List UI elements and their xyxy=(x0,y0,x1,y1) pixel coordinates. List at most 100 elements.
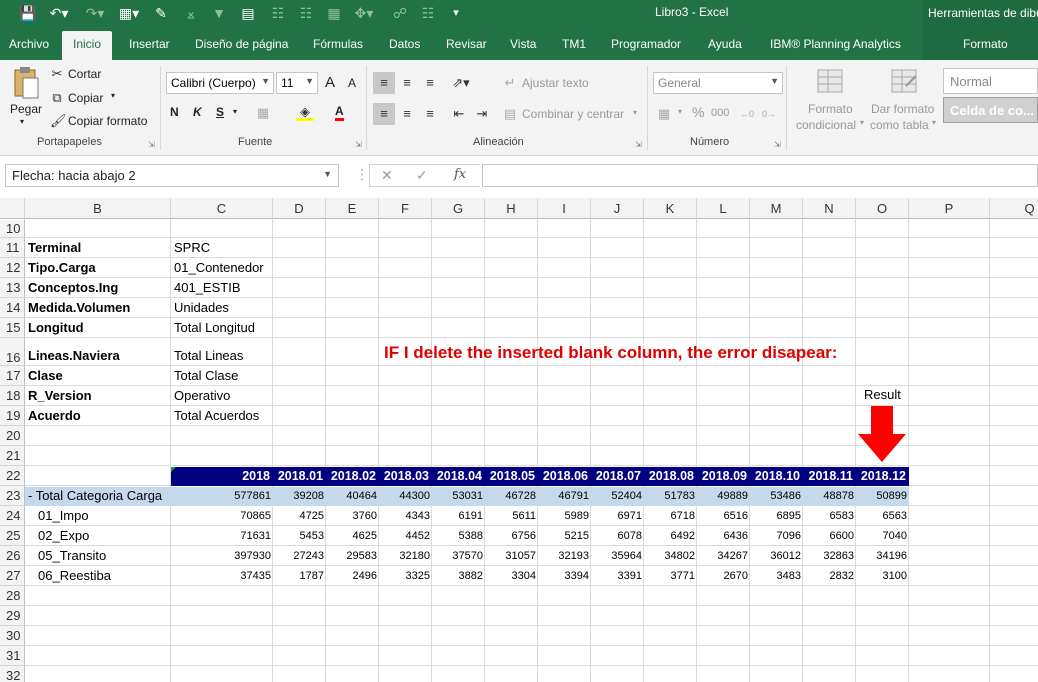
tab-tm1[interactable]: TM1 xyxy=(562,37,586,51)
format-painter-button[interactable]: Copiar formato xyxy=(68,114,147,128)
down-arrow-shape[interactable] xyxy=(858,406,906,465)
row-header-31[interactable]: 31 xyxy=(0,646,25,666)
row-header-24[interactable]: 24 xyxy=(0,506,25,526)
value-cell[interactable]: 6516 xyxy=(697,506,750,526)
value-cell[interactable]: 577861 xyxy=(171,486,273,506)
value-cell[interactable]: 36012 xyxy=(750,546,803,566)
value-cell[interactable]: 5989 xyxy=(538,506,591,526)
font-launcher-icon[interactable]: ⇲ xyxy=(355,140,362,149)
row-header-22[interactable]: 22 xyxy=(0,466,25,486)
worksheet-grid[interactable]: B C D E F G H I J K L M N O P Q 10 11 12 13… xyxy=(0,198,1038,682)
form-icon[interactable]: ▤ xyxy=(238,4,258,22)
column-header-j[interactable]: J xyxy=(591,198,644,219)
thousands-button[interactable]: 000 xyxy=(711,107,729,119)
value-cell[interactable]: 71631 xyxy=(171,526,273,546)
value-cell[interactable]: 6078 xyxy=(591,526,644,546)
value-cell[interactable]: 6600 xyxy=(803,526,856,546)
parameter-value[interactable]: 401_ESTIB xyxy=(174,278,241,298)
tab-ayuda[interactable]: Ayuda xyxy=(708,37,742,51)
value-cell[interactable]: 3771 xyxy=(644,566,697,586)
value-cell[interactable]: 34802 xyxy=(644,546,697,566)
value-cell[interactable]: 27243 xyxy=(273,546,326,566)
value-cell[interactable]: 5215 xyxy=(538,526,591,546)
value-cell[interactable]: 2832 xyxy=(803,566,856,586)
value-cell[interactable]: 53486 xyxy=(750,486,803,506)
parameter-value[interactable]: Total Acuerdos xyxy=(174,406,259,426)
tab-datos[interactable]: Datos xyxy=(389,37,420,51)
borders-icon[interactable]: ▦ xyxy=(254,104,272,122)
value-cell[interactable]: 32863 xyxy=(803,546,856,566)
column-header-l[interactable]: L xyxy=(697,198,750,219)
italic-button[interactable]: K xyxy=(193,105,202,119)
row-header-18[interactable]: 18 xyxy=(0,386,25,406)
value-cell[interactable]: 3325 xyxy=(379,566,432,586)
tab-formulas[interactable]: Fórmulas xyxy=(313,37,363,51)
value-cell[interactable]: 39208 xyxy=(273,486,326,506)
tab-formato[interactable]: Formato xyxy=(922,28,1038,60)
value-cell[interactable]: 397930 xyxy=(171,546,273,566)
value-cell[interactable]: 46791 xyxy=(538,486,591,506)
tab-inicio[interactable]: Inicio xyxy=(62,31,113,60)
row-header-26[interactable]: 26 xyxy=(0,546,25,566)
value-cell[interactable]: 6971 xyxy=(591,506,644,526)
clipboard-launcher-icon[interactable]: ⇲ xyxy=(148,140,155,149)
grow-font-button[interactable]: A xyxy=(325,74,335,91)
value-cell[interactable]: 3304 xyxy=(485,566,538,586)
column-header-p[interactable]: P xyxy=(909,198,990,219)
value-cell[interactable]: 35964 xyxy=(591,546,644,566)
parameter-value[interactable]: SPRC xyxy=(174,238,210,258)
column-header-f[interactable]: F xyxy=(379,198,432,219)
conditional-format-dropdown-icon[interactable]: ▾ xyxy=(860,118,864,127)
value-cell[interactable]: 70865 xyxy=(171,506,273,526)
conditional-format-label-1[interactable]: Formato xyxy=(808,102,853,116)
column-header-b[interactable]: B xyxy=(25,198,171,219)
fill-color-icon[interactable]: ◈ xyxy=(296,103,314,121)
value-cell[interactable]: 44300 xyxy=(379,486,432,506)
cut-icon[interactable]: ✂ xyxy=(50,65,64,83)
conditional-format-icon[interactable] xyxy=(816,68,846,96)
format-painter-icon[interactable]: 🖌 xyxy=(50,112,67,130)
borders-icon[interactable]: ▦▾ xyxy=(116,4,142,22)
eraser-icon[interactable]: ✎ xyxy=(152,4,170,22)
column-header-o[interactable]: O xyxy=(856,198,909,219)
save-icon[interactable]: 💾 xyxy=(18,4,38,22)
row-header-25[interactable]: 25 xyxy=(0,526,25,546)
number-launcher-icon[interactable]: ⇲ xyxy=(774,140,781,149)
underline-button[interactable]: S xyxy=(216,105,224,119)
value-cell[interactable]: 53031 xyxy=(432,486,485,506)
align-middle-icon[interactable]: ≡ xyxy=(398,74,416,92)
data-table-icon[interactable]: ☷ xyxy=(268,4,288,22)
decrease-indent-icon[interactable]: ⇤ xyxy=(450,105,468,123)
column-header-i[interactable]: I xyxy=(538,198,591,219)
tab-vista[interactable]: Vista xyxy=(510,37,536,51)
value-cell[interactable]: 4625 xyxy=(326,526,379,546)
align-right-icon[interactable]: ≡ xyxy=(421,105,439,123)
row-header-21[interactable]: 21 xyxy=(0,446,25,466)
value-cell[interactable]: 4343 xyxy=(379,506,432,526)
row-header-13[interactable]: 13 xyxy=(0,278,25,298)
table-format-label-1[interactable]: Dar formato xyxy=(871,102,934,116)
row-header-30[interactable]: 30 xyxy=(0,626,25,646)
parameter-value[interactable]: Total Longitud xyxy=(174,318,255,338)
value-cell[interactable]: 34267 xyxy=(697,546,750,566)
value-cell[interactable]: 49889 xyxy=(697,486,750,506)
row-header-23[interactable]: 23 xyxy=(0,486,25,506)
name-box[interactable]: Flecha: hacia abajo 2 ▼ xyxy=(5,164,339,187)
value-cell[interactable]: 3760 xyxy=(326,506,379,526)
value-cell[interactable]: 3394 xyxy=(538,566,591,586)
row-header-17[interactable]: 17 xyxy=(0,366,25,386)
value-cell[interactable]: 32180 xyxy=(379,546,432,566)
percent-button[interactable]: % xyxy=(692,104,704,120)
merge-center-button[interactable]: Combinar y centrar xyxy=(522,107,624,121)
parameter-value[interactable]: Total Clase xyxy=(174,366,238,386)
style-normal[interactable]: Normal xyxy=(943,68,1038,94)
tab-revisar[interactable]: Revisar xyxy=(446,37,487,51)
alignment-launcher-icon[interactable]: ⇲ xyxy=(635,140,642,149)
parameter-value[interactable]: Total Lineas xyxy=(174,346,243,366)
formula-input[interactable] xyxy=(482,164,1038,187)
filter-icon[interactable]: ▼ xyxy=(210,4,228,22)
value-cell[interactable]: 31057 xyxy=(485,546,538,566)
currency-icon[interactable]: ▦ xyxy=(655,105,673,123)
hierarchy-icon[interactable]: ☍ xyxy=(390,4,410,22)
number-format-select[interactable]: General ▼ xyxy=(653,72,783,94)
